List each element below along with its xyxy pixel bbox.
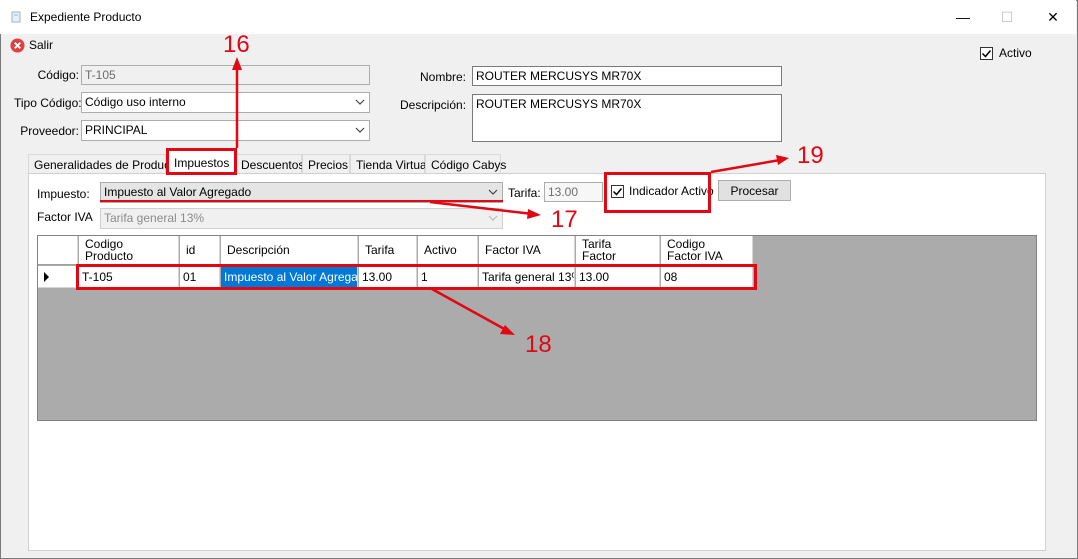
annotation-arrows bbox=[232, 57, 789, 335]
annotation-label-16: 16 bbox=[223, 31, 250, 58]
annotation-label-18: 18 bbox=[525, 331, 552, 358]
annotation-label-17: 17 bbox=[551, 206, 578, 233]
annotation-label-19: 19 bbox=[797, 142, 824, 169]
